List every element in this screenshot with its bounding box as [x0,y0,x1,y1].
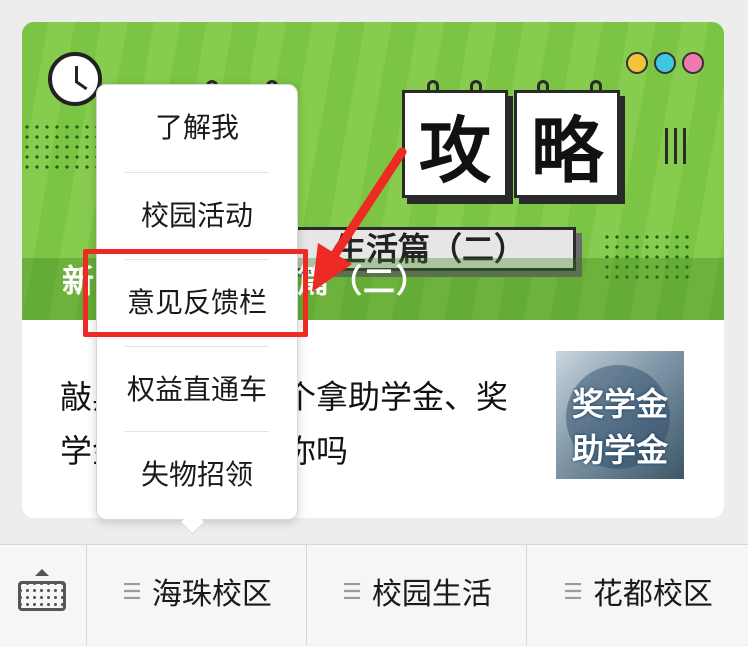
menu-lines-icon: ☰ [122,579,142,605]
thumbnail-text: 奖学金 [571,385,668,423]
tab-label: 校园生活 [371,577,492,612]
menu-lines-icon: ☰ [563,579,583,605]
menu-item-rights-express[interactable]: 权益直通车 [97,347,297,433]
bottom-menu-bar: ☰ 海珠校区 ☰ 校园生活 ☰ 花都校区 [0,544,748,645]
tab-campus-life[interactable]: ☰ 校园生活 [306,545,527,645]
keyboard-toggle-button[interactable] [0,545,86,645]
highlight-annotation-box [83,249,308,337]
article-thumbnail[interactable]: 奖学金 助学金 [556,351,684,479]
caret-up-icon [35,569,49,576]
color-dots-decoration [626,52,704,74]
tab-haizhu-campus[interactable]: ☰ 海珠校区 [86,545,307,645]
menu-item-about-me[interactable]: 了解我 [97,85,297,171]
tab-label: 花都校区 [592,577,713,612]
tab-huadu-campus[interactable]: ☰ 花都校区 [526,545,748,645]
banner-char-card: 略 [514,90,620,198]
thumbnail-text: 助学金 [571,431,668,469]
banner-char-card: 攻 [402,90,508,198]
clock-icon [48,52,102,106]
menu-item-lost-and-found[interactable]: 失物招领 [97,432,297,518]
menu-item-campus-activities[interactable]: 校园活动 [97,173,297,259]
keyboard-icon [18,581,66,611]
menu-lines-icon: ☰ [342,579,362,605]
line-decoration [665,128,686,164]
tab-label: 海珠校区 [151,577,272,612]
